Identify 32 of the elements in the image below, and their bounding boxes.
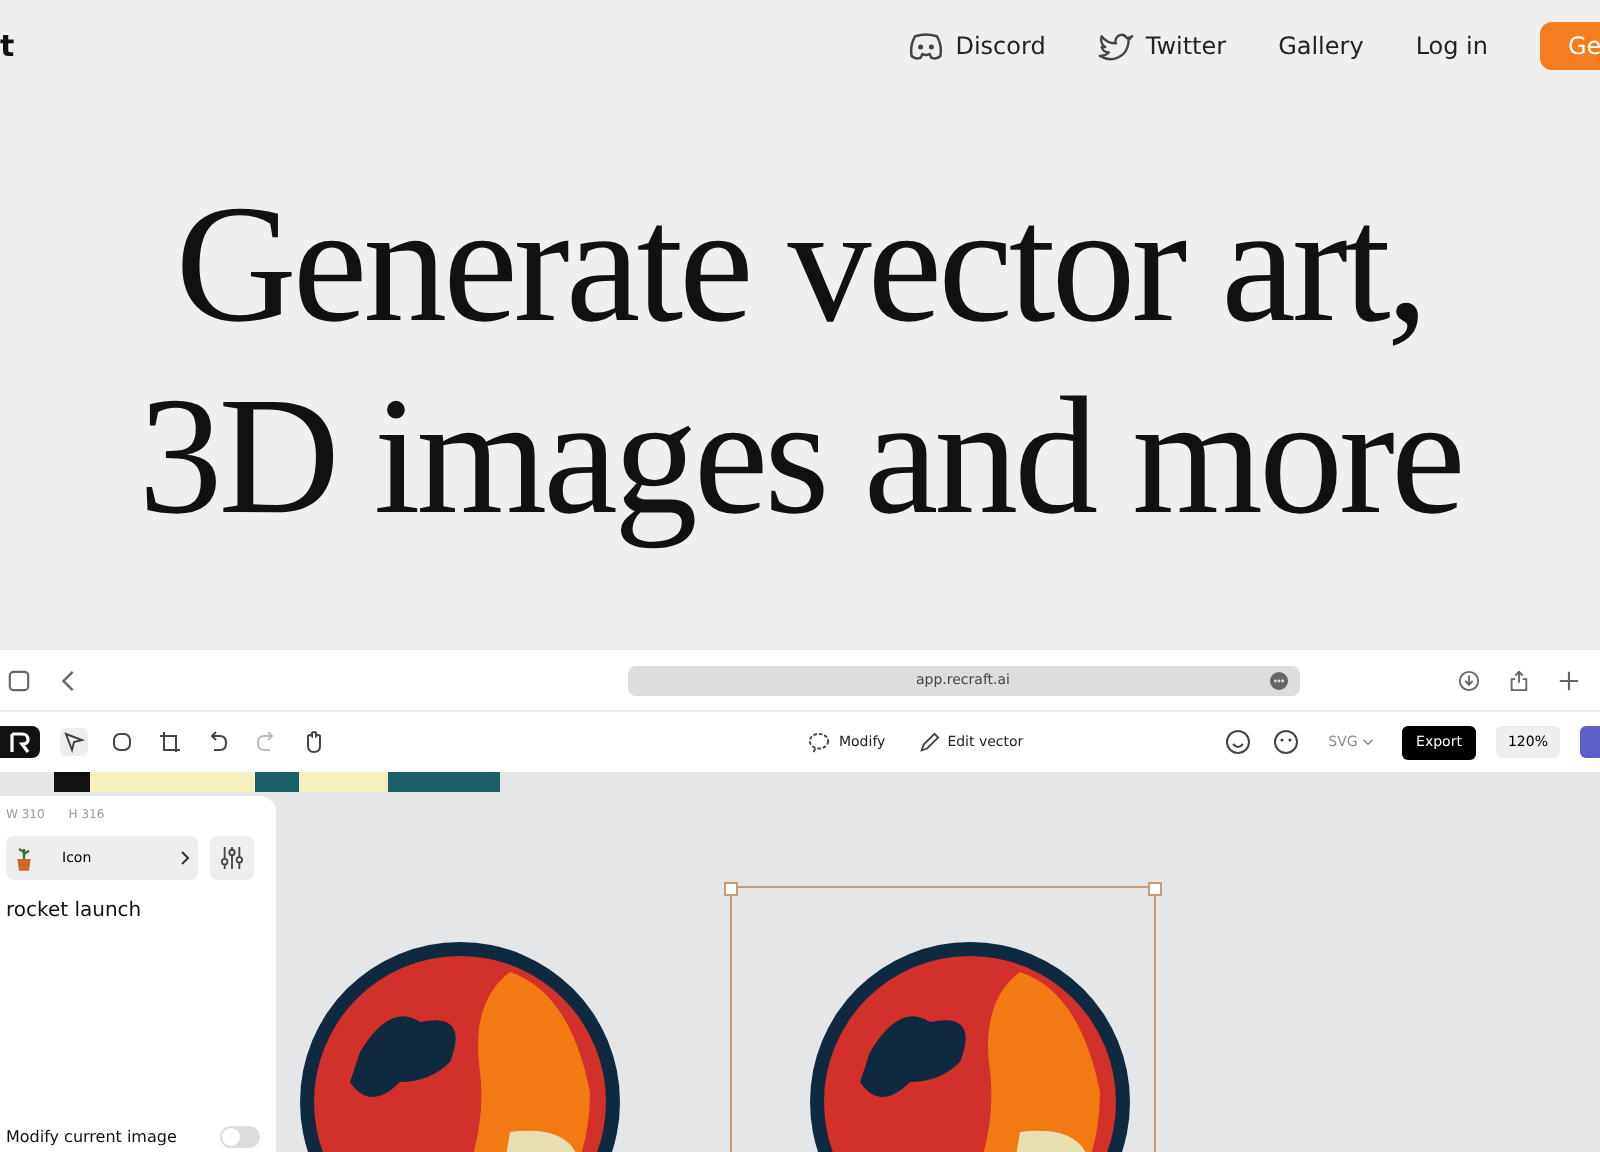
nav-link[interactable]: Gallery <box>1278 32 1364 60</box>
download-icon[interactable] <box>1458 669 1480 691</box>
chevron-right-icon <box>180 850 190 866</box>
logo-text[interactable]: t <box>0 28 15 64</box>
chevron-down-icon <box>1362 738 1375 746</box>
headline: Generate vector art, <box>175 169 1425 361</box>
smiley-icon[interactable] <box>1224 728 1253 756</box>
face-icon[interactable] <box>1272 728 1301 756</box>
bird-icon <box>1097 31 1134 61</box>
settings-icon[interactable] <box>210 836 254 880</box>
app-menu-button[interactable] <box>0 726 40 758</box>
discord-icon <box>907 31 944 61</box>
prompt-field[interactable]: rocket launch <box>6 900 276 922</box>
nav-link[interactable]: Twitter <box>1097 31 1227 61</box>
nav-link[interactable]: Discord <box>907 31 1046 61</box>
logo-icon <box>8 730 32 754</box>
nav-link[interactable]: Log in <box>1415 32 1488 60</box>
headline: 3D images and more <box>138 361 1462 553</box>
plant-icon <box>14 843 34 873</box>
plus-icon[interactable] <box>1558 669 1580 691</box>
pen-icon <box>917 731 940 753</box>
sidebar-icon[interactable] <box>8 669 30 691</box>
lasso-icon[interactable] <box>108 728 136 756</box>
share-icon[interactable] <box>1508 669 1530 691</box>
resize-handle[interactable] <box>1148 882 1162 896</box>
lasso-icon <box>808 731 831 753</box>
more-icon[interactable] <box>1269 671 1287 689</box>
pointer-icon[interactable] <box>60 728 88 756</box>
resize-handle[interactable] <box>724 882 738 896</box>
toggle-label: Modify current image <box>6 1128 177 1146</box>
crop-icon[interactable] <box>156 728 184 756</box>
toggle-switch[interactable] <box>220 1126 260 1148</box>
